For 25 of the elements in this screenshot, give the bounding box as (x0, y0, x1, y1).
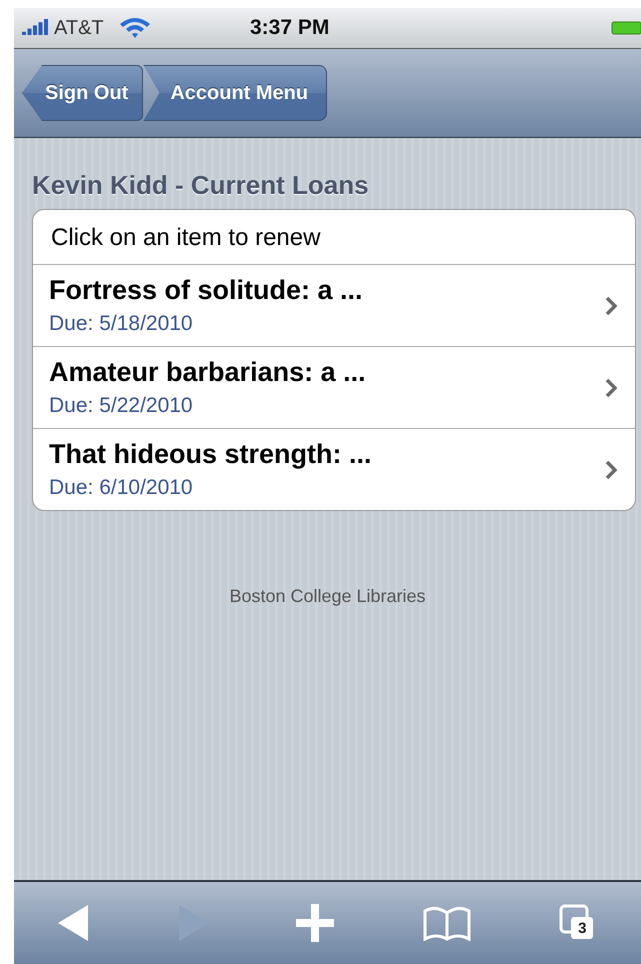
signal-icon (22, 19, 50, 37)
list-header: Click on an item to renew (33, 210, 635, 265)
carrier-name: AT&T (54, 16, 104, 40)
back-button[interactable]: Account Menu (143, 65, 328, 121)
loan-title: Amateur barbarians: a ... (49, 357, 367, 388)
battery-icon (611, 21, 641, 35)
chevron-icon (605, 378, 617, 398)
back-icon[interactable] (58, 905, 90, 941)
add-icon[interactable] (296, 904, 334, 942)
due-date: Due: 6/10/2010 (49, 476, 194, 500)
loan-item[interactable]: Amateur barbarians: a ... Due: 5/22/2010 (33, 347, 635, 429)
due-date: Due: 5/18/2010 (49, 312, 194, 336)
chevron-icon (605, 460, 617, 480)
chevron-icon (605, 296, 617, 316)
footer-text: Boston College Libraries (228, 586, 427, 607)
loan-item[interactable]: That hideous strength: ... Due: 6/10/2010 (33, 429, 635, 510)
loan-title: Fortress of solitude: a ... (49, 275, 364, 306)
page-title: Kevin Kidd - Current Loans (32, 170, 370, 201)
book-icon[interactable] (422, 905, 472, 941)
loan-title: That hideous strength: ... (49, 439, 372, 470)
loan-item[interactable]: Fortress of solitude: a ... Due: 5/18/2010 (33, 265, 635, 347)
status-time: 3:37 PM (250, 16, 330, 40)
wifi-icon (118, 16, 152, 40)
sign-out-button[interactable]: Sign Out (22, 65, 144, 121)
due-date: Due: 5/22/2010 (49, 394, 194, 418)
